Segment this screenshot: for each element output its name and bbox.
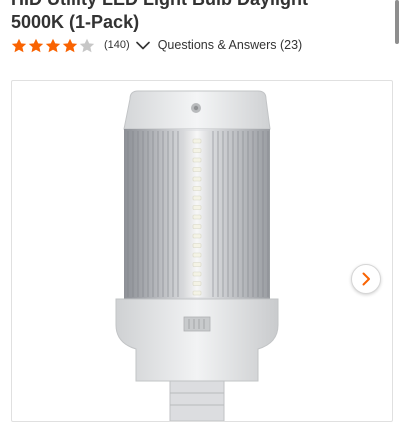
- star-icon: [45, 38, 61, 52]
- product-title-line-1: HID Utility LED Light Bulb Daylight: [11, 0, 391, 11]
- carousel-next-button[interactable]: [351, 264, 381, 294]
- rating-row: (140) Questions & Answers (23): [11, 36, 302, 54]
- star-icon: [28, 38, 44, 52]
- questions-answers-link[interactable]: Questions & Answers (23): [158, 38, 303, 52]
- star-icon: [11, 38, 27, 52]
- chevron-right-icon: [362, 272, 370, 286]
- review-count[interactable]: (140): [104, 39, 130, 51]
- product-image-carousel[interactable]: [11, 80, 393, 422]
- star-rating[interactable]: [11, 38, 96, 53]
- scrollbar-thumb[interactable]: [395, 0, 399, 44]
- chevron-down-icon[interactable]: [135, 41, 150, 50]
- product-image: [115, 90, 279, 421]
- product-title: HID Utility LED Light Bulb Daylight 5000…: [11, 0, 391, 34]
- star-icon: [79, 38, 95, 52]
- star-icon: [62, 38, 78, 52]
- product-title-line-2: 5000K (1-Pack): [11, 12, 140, 32]
